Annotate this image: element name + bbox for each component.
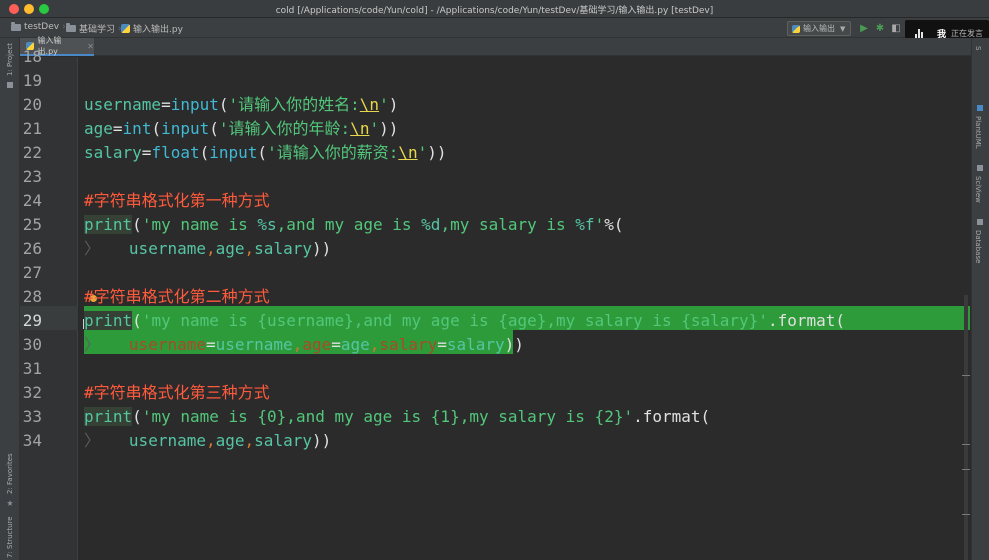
line-number: 18 [22,47,42,66]
editor-scrollbar[interactable] [964,295,968,560]
project-tool-icon [7,82,13,88]
line-number: 28 [22,287,42,306]
breadcrumb-file-label: 输入输出.py [133,25,183,35]
scroll-marker [962,514,970,515]
line-number: 34 [22,431,42,450]
code-line[interactable]: age=int(input('请输入你的年龄:\n')) [84,117,398,141]
title-bar: cold [/Applications/code/Yun/cold] - /Ap… [0,0,989,18]
scroll-marker [962,375,970,376]
favorites-tool-tab[interactable]: 2: Favorites [6,453,14,494]
right-tool-tab-top[interactable]: S [974,46,982,50]
line-number: 27 [22,263,42,282]
plantuml-tool-tab[interactable]: PlantUML [974,116,982,149]
code-editor[interactable]: username=input('请输入你的姓名:\n') age=int(inp… [79,57,971,560]
database-tool-tab[interactable]: Database [974,230,982,263]
line-number: 25 [22,215,42,234]
sciview-icon [977,165,983,171]
code-line[interactable]: print('my name is {0},and my age is {1},… [84,405,710,429]
line-number: 33 [22,407,42,426]
line-number: 31 [22,359,42,378]
sciview-tool-tab[interactable]: SciView [974,176,982,203]
code-line[interactable]: print('my name is %s,and my age is %d,my… [84,213,623,237]
breadcrumb-project-label: testDev [24,22,60,32]
line-number: 23 [22,167,42,186]
breadcrumb-file[interactable]: 输入输出.py [121,22,183,35]
editor-tab-bar: 输入输出.py ✕ [20,36,971,56]
code-line[interactable]: 〉 username,age,salary)) [84,429,331,453]
debug-button[interactable]: ✱ [874,22,886,34]
folder-icon [11,21,21,31]
line-number: 20 [22,95,42,114]
left-tool-strip: 1: Project 2: Favorites 7: Structure [0,38,20,560]
line-number: 32 [22,383,42,402]
run-configuration-label: 输入输出 [803,24,835,33]
scroll-marker [962,444,970,445]
code-line[interactable]: #字符串格式化第二种方式 [84,285,270,309]
code-line[interactable]: salary=float(input('请输入你的薪资:\n')) [84,141,447,165]
code-line[interactable]: #字符串格式化第三种方式 [84,381,270,405]
code-line[interactable]: print('my name is {username},and my age … [84,309,845,333]
line-number-gutter[interactable]: 18 19 20 21 22 23 24 25 26 27 28 29 30 3… [20,47,78,560]
python-file-icon [792,24,800,33]
folder-icon [66,23,76,32]
run-configuration-select[interactable]: 输入输出 ▼ [787,21,851,36]
database-icon [977,219,983,225]
run-button[interactable]: ▶ [858,22,870,34]
line-number: 26 [22,239,42,258]
line-number: 19 [22,71,42,90]
breadcrumb-folder[interactable]: 基础学习 › [66,22,122,35]
python-file-icon [121,24,130,33]
audio-level-icon [915,28,925,38]
line-number: 22 [22,143,42,162]
breadcrumb-project[interactable]: testDev › [11,21,66,32]
code-line[interactable]: username=input('请输入你的姓名:\n') [84,93,398,117]
coverage-button[interactable]: ◧ [890,22,902,34]
line-number: 30 [22,335,42,354]
breadcrumb-folder-label: 基础学习 [79,25,116,35]
structure-tool-tab[interactable]: 7: Structure [6,516,14,558]
code-line[interactable]: #字符串格式化第一种方式 [84,189,270,213]
code-line[interactable]: 〉 username,age,salary)) [84,237,331,261]
plantuml-icon [977,105,983,111]
line-number: 24 [22,191,42,210]
chevron-down-icon: ▼ [840,24,846,33]
right-tool-strip: S PlantUML SciView Database [971,38,989,560]
scroll-marker [962,469,970,470]
tab-label: 输入输出.py [37,36,62,56]
line-number-current: 29 [22,311,42,330]
code-line[interactable]: 〉 username=username,age=age,salary=salar… [84,333,524,357]
project-tool-tab[interactable]: 1: Project [6,43,14,76]
favorites-star-icon [7,500,13,506]
close-icon[interactable]: ✕ [87,42,94,51]
line-number: 21 [22,119,42,138]
window-title: cold [/Applications/code/Yun/cold] - /Ap… [275,6,714,16]
